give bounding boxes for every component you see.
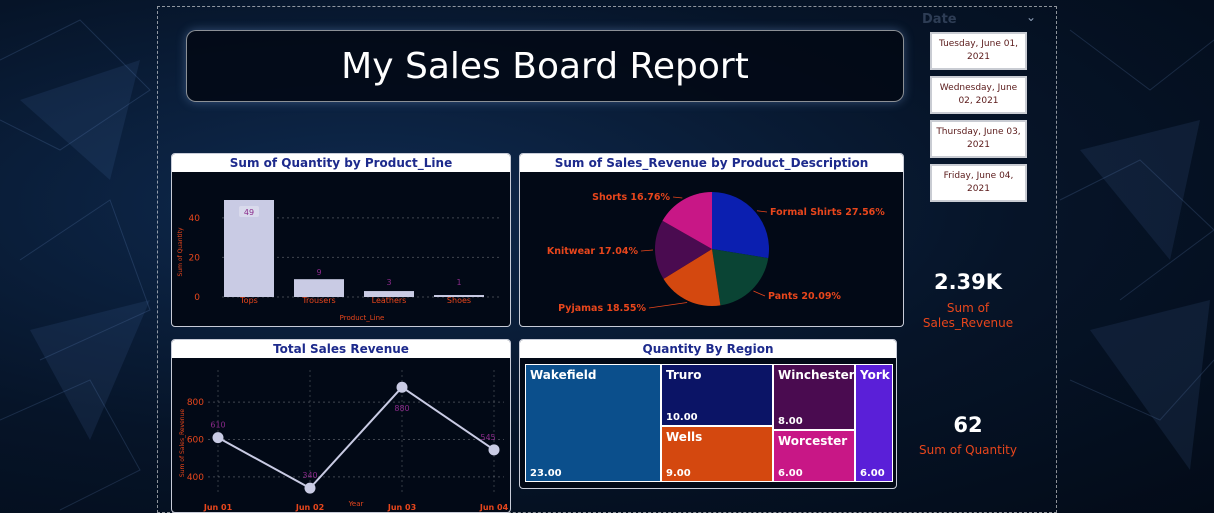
pie-leader-line — [756, 210, 768, 213]
line-xtick-label: Jun 03 — [387, 503, 416, 512]
pie-chart: Formal Shirts 27.56% Pants 20.09% Pyjamas … — [547, 192, 885, 314]
treemap-cell-wakefield[interactable]: Wakefield 23.00 — [525, 364, 661, 482]
pie-slice-label: Shorts 16.76% — [592, 192, 670, 203]
treemap-cell-winchester[interactable]: Winchester 8.00 — [773, 364, 855, 430]
bar-data-label: 49 — [244, 208, 254, 217]
treemap-value: 8.00 — [778, 416, 803, 427]
pie-leader-line — [672, 196, 683, 199]
bar-chart: 0 20 40 Tops 49 Trousers 9 Leathers 3 Shoes 1 Produ… — [177, 200, 502, 322]
treemap-cell-wells[interactable]: Wells 9.00 — [661, 426, 773, 482]
bar-chart-title: Sum of Quantity by Product_Line — [172, 154, 510, 172]
report-title: My Sales Board Report — [341, 45, 749, 87]
line-xtick-label: Jun 02 — [295, 503, 324, 512]
pie-slice-label: Pyjamas 18.55% — [558, 303, 646, 314]
line-yaxis-title: Sum of Sales_Revenue — [179, 409, 186, 477]
line-xtick-label: Jun 04 — [479, 503, 509, 512]
kpi-sales-revenue-value: 2.39K — [933, 270, 1003, 294]
bar-xtick-label: Leathers — [372, 296, 407, 305]
line-chart-title: Total Sales Revenue — [172, 340, 510, 358]
bar-mark — [294, 279, 344, 297]
bar-yaxis-title: Sum of Quantity — [177, 227, 184, 276]
line-point — [488, 444, 500, 456]
treemap-value: 10.00 — [666, 412, 698, 423]
treemap-value: 9.00 — [666, 468, 691, 479]
pie-slice — [712, 192, 769, 259]
line-data-label: 340 — [302, 471, 317, 480]
bar-ytick-label: 40 — [189, 214, 201, 224]
bar-xtick-label: Shoes — [447, 296, 471, 305]
treemap-cell-truro[interactable]: Truro 10.00 — [661, 364, 773, 426]
treemap-panel[interactable]: Quantity By Region Wakefield 23.00 Truro… — [519, 339, 897, 489]
treemap-cell-worcester[interactable]: Worcester 6.00 — [773, 430, 855, 482]
treemap: Wakefield 23.00 Truro 10.00 Wells 9.00 W… — [525, 364, 893, 482]
date-option-jun01[interactable]: Tuesday, June 01, 2021 — [930, 32, 1027, 70]
line-ytick-label: 600 — [187, 436, 204, 446]
pie-chart-panel[interactable]: Sum of Sales_Revenue by Product_Descript… — [519, 153, 904, 327]
treemap-title: Quantity By Region — [520, 340, 896, 358]
date-option-jun04[interactable]: Friday, June 04, 2021 — [930, 164, 1027, 202]
pie-leader-line — [640, 249, 654, 252]
line-xtick-label: Jun 01 — [203, 503, 233, 512]
bar-chart-panel[interactable]: Sum of Quantity by Product_Line 0 20 40 Top… — [171, 153, 511, 327]
line-data-label: 880 — [394, 404, 409, 413]
line-ytick-label: 800 — [187, 398, 204, 408]
line-point — [304, 482, 316, 494]
treemap-label: Truro — [666, 368, 702, 382]
pie-slice-label: Formal Shirts 27.56% — [770, 207, 885, 218]
pie-leader-line — [648, 302, 688, 309]
line-chart: 400 600 800 Jun 01 Jun 02 Jun 03 Jun 04 610 340 8… — [179, 370, 509, 512]
pie-chart-title: Sum of Sales_Revenue by Product_Descript… — [520, 154, 903, 172]
treemap-label: York — [860, 368, 890, 382]
line-point — [212, 432, 224, 444]
treemap-label: Wells — [666, 430, 703, 444]
pie-slice-label: Knitwear 17.04% — [547, 246, 639, 257]
line-chart-panel[interactable]: Total Sales Revenue 400 600 800 Jun 01 Jun 0… — [171, 339, 511, 513]
pie-slice-label: Pants 20.09% — [768, 291, 841, 302]
date-option-jun02[interactable]: Wednesday, June 02, 2021 — [930, 76, 1027, 114]
bar-ytick-label: 0 — [194, 293, 200, 303]
treemap-value: 6.00 — [860, 468, 885, 479]
treemap-label: Worcester — [778, 434, 848, 448]
line-xaxis-title: Year — [348, 500, 364, 508]
line-point — [396, 381, 408, 393]
report-title-box: My Sales Board Report — [186, 30, 904, 102]
bar-xtick-label: Tops — [239, 296, 258, 305]
pie-leader-line — [753, 290, 766, 297]
kpi-quantity-label: Sum of Quantity — [919, 443, 1017, 457]
bar-data-label: 1 — [456, 278, 461, 287]
pie-slice — [712, 249, 769, 306]
chevron-down-icon[interactable]: ⌄ — [1026, 10, 1036, 24]
treemap-value: 6.00 — [778, 468, 803, 479]
bar-xaxis-title: Product_Line — [340, 314, 385, 322]
date-option-jun03[interactable]: Thursday, June 03, 2021 — [930, 120, 1027, 158]
treemap-label: Wakefield — [530, 368, 597, 382]
bar-data-label: 9 — [316, 268, 321, 277]
treemap-label: Winchester — [778, 368, 855, 382]
bar-ytick-label: 20 — [189, 253, 201, 263]
line-data-label: 545 — [480, 433, 495, 442]
kpi-sales-revenue-label: Sum of Sales_Revenue — [922, 301, 1014, 330]
line-data-label: 610 — [210, 421, 225, 430]
date-slicer-header: Date — [922, 12, 957, 27]
kpi-quantity-value: 62 — [953, 413, 983, 437]
bar-xtick-label: Trousers — [301, 296, 335, 305]
treemap-cell-york[interactable]: York 6.00 — [855, 364, 893, 482]
bar-data-label: 3 — [386, 278, 391, 287]
line-ytick-label: 400 — [187, 473, 204, 483]
treemap-value: 23.00 — [530, 468, 562, 479]
